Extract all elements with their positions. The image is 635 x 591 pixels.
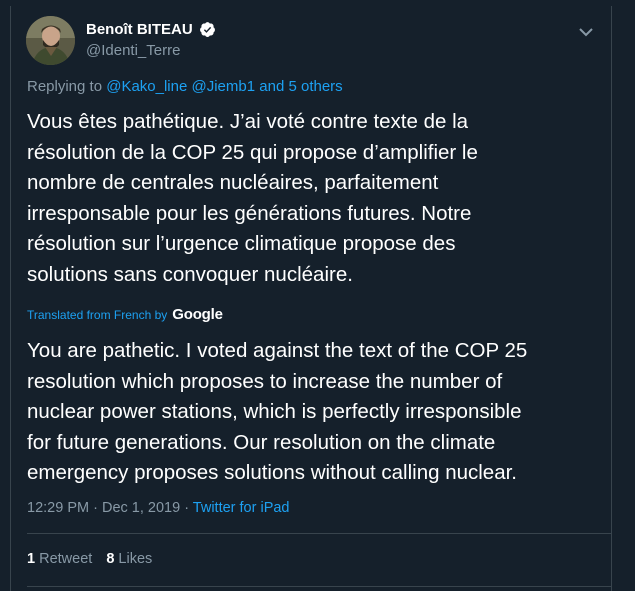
like-count[interactable]: 8 Likes <box>106 551 152 567</box>
tweet-meta: 12:29 PM · Dec 1, 2019 · Twitter for iPa… <box>27 500 290 516</box>
retweet-count[interactable]: 1 Retweet <box>27 551 92 567</box>
author-name-row[interactable]: Benoît BITEAU <box>86 21 216 38</box>
like-count-label: Likes <box>118 551 153 567</box>
divider <box>27 586 611 587</box>
retweet-count-value: 1 <box>27 551 36 567</box>
retweet-count-label: Retweet <box>39 551 93 567</box>
verified-badge-icon <box>199 21 216 38</box>
translated-from-label[interactable]: Translated from French by <box>27 308 167 322</box>
meta-separator-1: · <box>89 500 102 516</box>
divider <box>27 533 611 534</box>
like-count-value: 8 <box>106 551 115 567</box>
reply-mention-2[interactable]: @Jiemb1 <box>192 78 256 95</box>
replying-to-label: Replying to <box>27 78 107 95</box>
avatar-photo <box>26 16 75 65</box>
tweet-stats: 1 Retweet 8 Likes <box>27 551 152 567</box>
tweet-card: Benoît BITEAU @Identi_Terre Replying to … <box>10 6 612 591</box>
tweet-text: Vous êtes pathétique. J’ai voté contre t… <box>27 110 478 286</box>
display-name[interactable]: Benoît BITEAU <box>86 21 193 38</box>
reply-mention-1[interactable]: @Kako_line <box>106 78 187 95</box>
translation-attribution: Translated from French by Google <box>27 306 223 323</box>
translated-text: You are pathetic. I voted against the te… <box>27 339 528 484</box>
replying-to: Replying to @Kako_line @Jiemb1 and 5 oth… <box>27 78 343 95</box>
avatar[interactable] <box>26 16 75 65</box>
reply-others-link[interactable]: 5 others <box>288 78 342 95</box>
tweet-time[interactable]: 12:29 PM <box>27 500 89 516</box>
chevron-down-icon[interactable] <box>579 24 593 37</box>
google-logo: Google <box>172 306 223 323</box>
tweet-date[interactable]: Dec 1, 2019 <box>102 500 180 516</box>
reply-and[interactable]: and <box>255 78 288 95</box>
tweet-source[interactable]: Twitter for iPad <box>193 500 290 516</box>
author-handle[interactable]: @Identi_Terre <box>86 42 180 59</box>
meta-separator-2: · <box>180 500 193 516</box>
